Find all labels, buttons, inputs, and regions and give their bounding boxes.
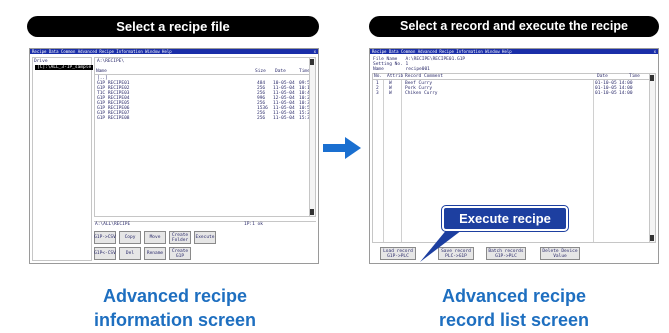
left-caption-line2: information screen bbox=[93, 310, 257, 330]
right-caption-line1: Advanced recipe bbox=[441, 286, 587, 306]
delete-device-value-button[interactable]: Delete Device Value bbox=[540, 247, 580, 260]
record-row[interactable]: 3 W Chiken Curry 01-10-05 14:00 bbox=[373, 91, 653, 96]
status-count: 1P:1 ok bbox=[244, 222, 263, 227]
create-folder-button[interactable]: Create Folder bbox=[169, 231, 191, 244]
select-recipe-file-header: Select a recipe file bbox=[27, 16, 319, 37]
right-arrow-icon bbox=[323, 137, 361, 159]
drive-tree-panel[interactable]: Drive [C]:\ALL_3-1P_sample bbox=[32, 57, 94, 261]
close-icon[interactable]: x bbox=[654, 49, 656, 54]
execute-button[interactable]: Execute bbox=[194, 231, 216, 244]
col-attrib: Attrib bbox=[387, 74, 404, 79]
advanced-recipe-information-screen: Recipe Data Common Advanced Recipe Infor… bbox=[29, 48, 319, 264]
scroll-up-icon[interactable] bbox=[310, 59, 314, 65]
scroll-down-icon[interactable] bbox=[650, 235, 654, 241]
record-name: Name recipe001 bbox=[373, 67, 430, 72]
left-menu-text: Recipe Data Common Advanced Recipe Infor… bbox=[32, 49, 172, 54]
g1p-to-csv-button[interactable]: G1P->CSV bbox=[94, 231, 116, 244]
record-no: 3 bbox=[376, 91, 379, 96]
file-list-panel[interactable]: A:\RECIPE\ Name Size Date Time [..] G1P … bbox=[94, 57, 316, 217]
col-no: No. bbox=[374, 74, 383, 79]
col-time: Time bbox=[629, 74, 640, 79]
advanced-recipe-record-list-screen: Recipe Data Common Advanced Recipe Infor… bbox=[369, 48, 659, 264]
execute-recipe-callout: Execute recipe bbox=[441, 205, 569, 232]
select-record-execute-header: Select a record and execute the recipe bbox=[369, 16, 659, 37]
record-list-scrollbar[interactable] bbox=[649, 74, 655, 242]
delete-button[interactable]: Del bbox=[119, 247, 141, 260]
record-date: 01-10-05 bbox=[595, 91, 617, 96]
file-path: A:\RECIPE\ bbox=[97, 59, 125, 64]
left-caption: Advanced recipe information screen bbox=[29, 284, 321, 332]
file-date: 11-05-04 bbox=[273, 116, 295, 121]
col-size: Size bbox=[255, 69, 266, 74]
col-record-comment: Record Comment bbox=[405, 74, 443, 79]
scroll-up-icon[interactable] bbox=[650, 75, 654, 81]
col-date: Date bbox=[597, 74, 608, 79]
record-comment: Chiken Curry bbox=[405, 91, 438, 96]
right-menu-bar: Recipe Data Common Advanced Recipe Infor… bbox=[370, 49, 658, 54]
column-divider bbox=[593, 80, 594, 242]
record-list-header: No. Attrib Record Comment Date Time bbox=[373, 74, 649, 80]
scroll-down-icon[interactable] bbox=[310, 209, 314, 215]
selected-drive-folder[interactable]: [C]:\ALL_3-1P_sample bbox=[35, 65, 94, 70]
load-record-button[interactable]: Load record G1P->PLC bbox=[380, 247, 416, 260]
col-name: Name bbox=[96, 69, 107, 74]
close-icon[interactable]: x bbox=[314, 49, 316, 54]
left-menu-bar: Recipe Data Common Advanced Recipe Infor… bbox=[30, 49, 318, 54]
file-size: 256 bbox=[257, 116, 266, 121]
file-name: G1P RECIPE08 bbox=[97, 116, 130, 121]
right-menu-text: Recipe Data Common Advanced Recipe Infor… bbox=[372, 49, 512, 54]
create-g1p-button[interactable]: Create G1P bbox=[169, 247, 191, 260]
rename-button[interactable]: Rename bbox=[144, 247, 166, 260]
file-list-scrollbar[interactable] bbox=[309, 58, 315, 216]
file-list-header: Name Size Date Time bbox=[95, 69, 310, 75]
csv-to-g1p-button[interactable]: G1P<-CSV bbox=[94, 247, 116, 260]
col-date: Date bbox=[275, 69, 286, 74]
column-divider bbox=[383, 80, 384, 242]
right-caption: Advanced recipe record list screen bbox=[369, 284, 659, 332]
save-record-button[interactable]: Save record PLC->G1P bbox=[438, 247, 474, 260]
right-caption-line2: record list screen bbox=[438, 310, 590, 330]
left-caption-line1: Advanced recipe bbox=[102, 286, 248, 306]
status-bar: A:\ALL\RECIPE 1P:1 ok bbox=[94, 221, 316, 227]
record-attrib: W bbox=[389, 91, 392, 96]
column-divider bbox=[401, 80, 402, 242]
status-path: A:\ALL\RECIPE bbox=[95, 222, 131, 227]
drive-tree-label: Drive bbox=[34, 59, 48, 64]
move-button[interactable]: Move bbox=[144, 231, 166, 244]
copy-button[interactable]: Copy bbox=[119, 231, 141, 244]
record-time: 14:00 bbox=[619, 91, 633, 96]
batch-records-button[interactable]: Batch records G1P->PLC bbox=[486, 247, 526, 260]
